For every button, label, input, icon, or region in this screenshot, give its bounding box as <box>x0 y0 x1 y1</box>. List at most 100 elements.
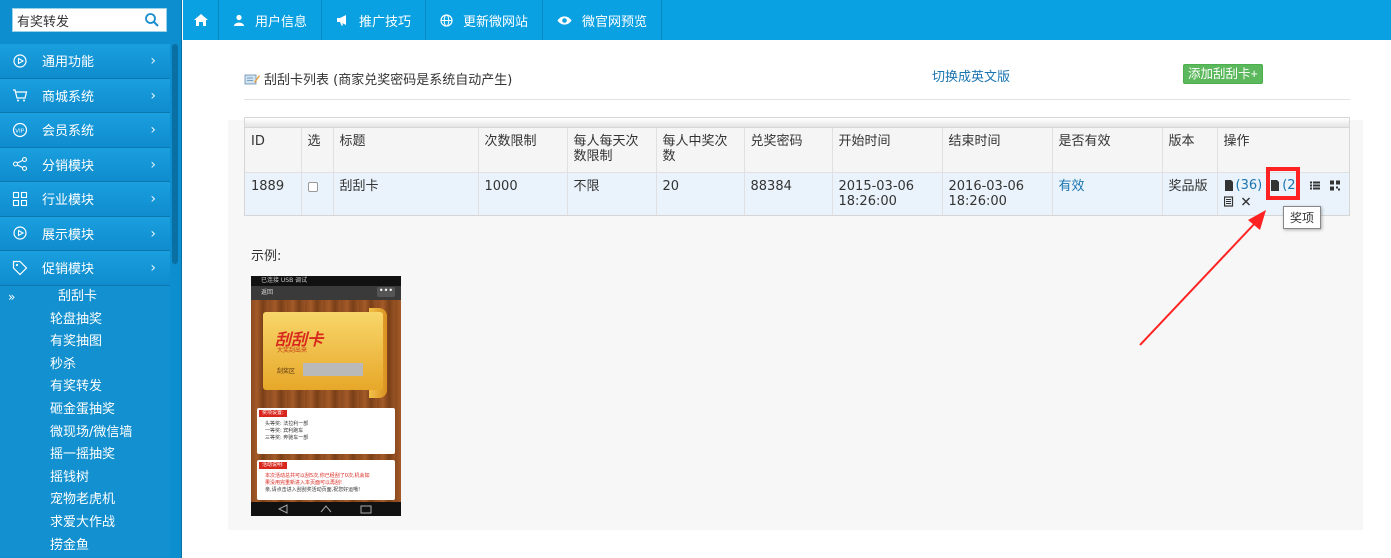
menu-item-label: 展示模块 <box>42 227 95 243</box>
prize-lines: 头等奖: 法拉利一部 一等奖: 宾利跑车 三等奖: 奔驰车一部 <box>265 421 309 441</box>
menu-item-industry[interactable]: 行业模块 › <box>0 182 170 217</box>
col-limit: 次数限制 <box>478 128 568 173</box>
submenu-item-wheel[interactable]: 轮盘抽奖 <box>0 309 170 332</box>
col-title: 标题 <box>333 128 479 173</box>
cell-limit: 1000 <box>478 172 568 215</box>
top-nav: 用户信息 推广技巧 更新微网站 微官网预览 <box>183 0 1391 40</box>
cell-daily-limit: 不限 <box>567 172 657 215</box>
cell-title: 刮刮卡 <box>333 172 479 215</box>
menu-item-display[interactable]: 展示模块 › <box>0 216 170 251</box>
col-valid: 是否有效 <box>1052 128 1163 173</box>
user-icon <box>234 14 244 26</box>
home-icon <box>193 14 208 26</box>
phone-app-bar: 返回 ••• <box>251 286 401 300</box>
menu-item-mall[interactable]: 商城系统 › <box>0 78 170 113</box>
search-box[interactable] <box>12 8 167 32</box>
search-input[interactable] <box>13 10 138 30</box>
submenu-item-shake[interactable]: 摇一摇抽奖 <box>0 444 170 467</box>
svg-text:VIP: VIP <box>15 128 24 134</box>
menu-item-distribution[interactable]: 分销模块 › <box>0 147 170 182</box>
nav-user-info[interactable]: 用户信息 <box>219 0 323 40</box>
page-title: 刮刮卡列表 (商家兑奖密码是系统自动产生) <box>244 69 512 88</box>
row-checkbox[interactable] <box>307 181 318 192</box>
col-select: 选 <box>301 128 334 173</box>
play-circle-icon <box>13 54 27 68</box>
col-win-limit: 每人中奖次数 <box>656 128 745 173</box>
menu-item-label: 会员系统 <box>42 124 95 140</box>
sidebar-scrollbar[interactable] <box>172 44 178 264</box>
globe-icon <box>440 13 453 27</box>
cell-win-limit: 20 <box>656 172 745 215</box>
qrcode-icon[interactable] <box>1329 180 1340 191</box>
cell-id: 1889 <box>245 172 302 215</box>
phone-wood-background: 刮刮卡 大奖刮出来 刮奖区 奖项设置: 头等奖: 法拉利一部 一等奖: 宾利跑车… <box>251 300 401 502</box>
col-password: 兑奖密码 <box>744 128 833 173</box>
submenu-item-wechat-wall[interactable]: 微现场/微信墙 <box>0 422 170 445</box>
add-scratch-card-button[interactable]: 添加刮刮卡+ <box>1183 64 1263 84</box>
menu-item-member[interactable]: VIP 会员系统 › <box>0 113 170 148</box>
submenu-item-scratch-card[interactable]: » 刮刮卡 <box>0 286 170 309</box>
submenu-item-flash-sale[interactable]: 秒杀 <box>0 354 170 377</box>
submenu-item-prize-draw[interactable]: 有奖抽图 <box>0 331 170 354</box>
desc-badge: 活动说明: <box>259 462 287 469</box>
grid-icon <box>12 191 28 206</box>
vip-icon: VIP <box>12 122 28 137</box>
submenu-item-money-tree[interactable]: 摇钱树 <box>0 467 170 490</box>
phone-nav-bar <box>251 502 401 516</box>
chevron-right-icon: › <box>150 156 156 173</box>
eye-icon <box>557 15 572 25</box>
search-icon[interactable] <box>144 12 160 28</box>
scratch-area-label: 刮奖区 <box>277 368 296 375</box>
chevron-right-icon: › <box>150 225 156 242</box>
menu-item-label: 行业模块 <box>42 193 95 209</box>
submenu-item-love-battle[interactable]: 求爱大作战 <box>0 512 170 535</box>
home-button[interactable] <box>183 0 219 40</box>
submenu-item-goldfish[interactable]: 捞金鱼 <box>0 535 170 558</box>
cell-select <box>301 172 334 215</box>
menu-item-general[interactable]: 通用功能 › <box>0 44 170 79</box>
annotation-arrow <box>1139 210 1266 346</box>
scratch-card-preview: 刮刮卡 大奖刮出来 刮奖区 <box>263 312 383 390</box>
table-top-bar <box>245 118 1349 128</box>
play-circle-icon <box>13 226 27 240</box>
chevron-right-icon: › <box>150 53 156 69</box>
switch-english-link[interactable]: 切换成英文版 <box>932 66 1010 85</box>
activity-desc-box: 活动说明: 本次活动总共可以刮5次,你已经刮了0次,机会如 果没用完重新进入本页… <box>257 460 395 500</box>
cell-password: 88384 <box>744 172 833 215</box>
nav-update-site[interactable]: 更新微网站 <box>426 0 544 40</box>
back-icon <box>277 504 372 514</box>
tag-icon <box>12 260 28 276</box>
submenu-item-golden-egg[interactable]: 砸金蛋抽奖 <box>0 399 170 422</box>
chevron-right-icon: › <box>150 87 156 104</box>
chevron-right-icon: › <box>150 191 156 207</box>
cell-end-time: 2016-03-06 18:26:00 <box>942 172 1053 215</box>
share-icon <box>12 157 28 172</box>
col-start-time: 开始时间 <box>832 128 943 173</box>
menu-item-promotion[interactable]: 促销模块 › <box>0 251 170 286</box>
cart-icon <box>13 89 28 102</box>
submenu-item-slot-machine[interactable]: 宠物老虎机 <box>0 489 170 512</box>
list-icon[interactable] <box>1309 180 1320 191</box>
menu-item-label: 通用功能 <box>42 55 95 71</box>
edit-doc-icon <box>244 74 260 84</box>
more-icon: ••• <box>377 286 395 297</box>
chevron-right-icon: › <box>150 260 156 276</box>
nav-site-preview[interactable]: 微官网预览 <box>543 0 663 40</box>
example-phone-preview: 已连接 USB 调试 返回 ••• 刮刮卡 大奖刮出来 刮奖区 奖项设置: 头等… <box>251 276 401 516</box>
prize-settings-box: 奖项设置: 头等奖: 法拉利一部 一等奖: 宾利跑车 三等奖: 奔驰车一部 <box>257 408 395 454</box>
prize-badge: 奖项设置: <box>259 410 287 417</box>
col-daily-limit: 每人每天次数限制 <box>567 128 657 173</box>
scratch-area <box>303 363 363 376</box>
menu-item-label: 商城系统 <box>42 89 95 105</box>
main-menu: 通用功能 › 商城系统 › VIP 会员系统 › 分销模块 › 行业模块 › 展… <box>0 44 170 286</box>
submenu-item-share-reward[interactable]: 有奖转发 <box>0 376 170 399</box>
sidebar: 通用功能 › 商城系统 › VIP 会员系统 › 分销模块 › 行业模块 › 展… <box>0 0 182 558</box>
nav-promotion-tips[interactable]: 推广技巧 <box>322 0 427 40</box>
col-version: 版本 <box>1162 128 1218 173</box>
list-header: 刮刮卡列表 (商家兑奖密码是系统自动产生) 切换成英文版 添加刮刮卡+ <box>244 64 1350 100</box>
chevron-right-icon: › <box>150 122 156 138</box>
menu-item-label: 分销模块 <box>42 158 95 174</box>
valid-link[interactable]: 有效 <box>1059 179 1085 194</box>
table-header-row: ID 选 标题 次数限制 每人每天次数限制 每人中奖次数 兑奖密码 开始时间 结… <box>245 128 1349 173</box>
col-end-time: 结束时间 <box>942 128 1053 173</box>
